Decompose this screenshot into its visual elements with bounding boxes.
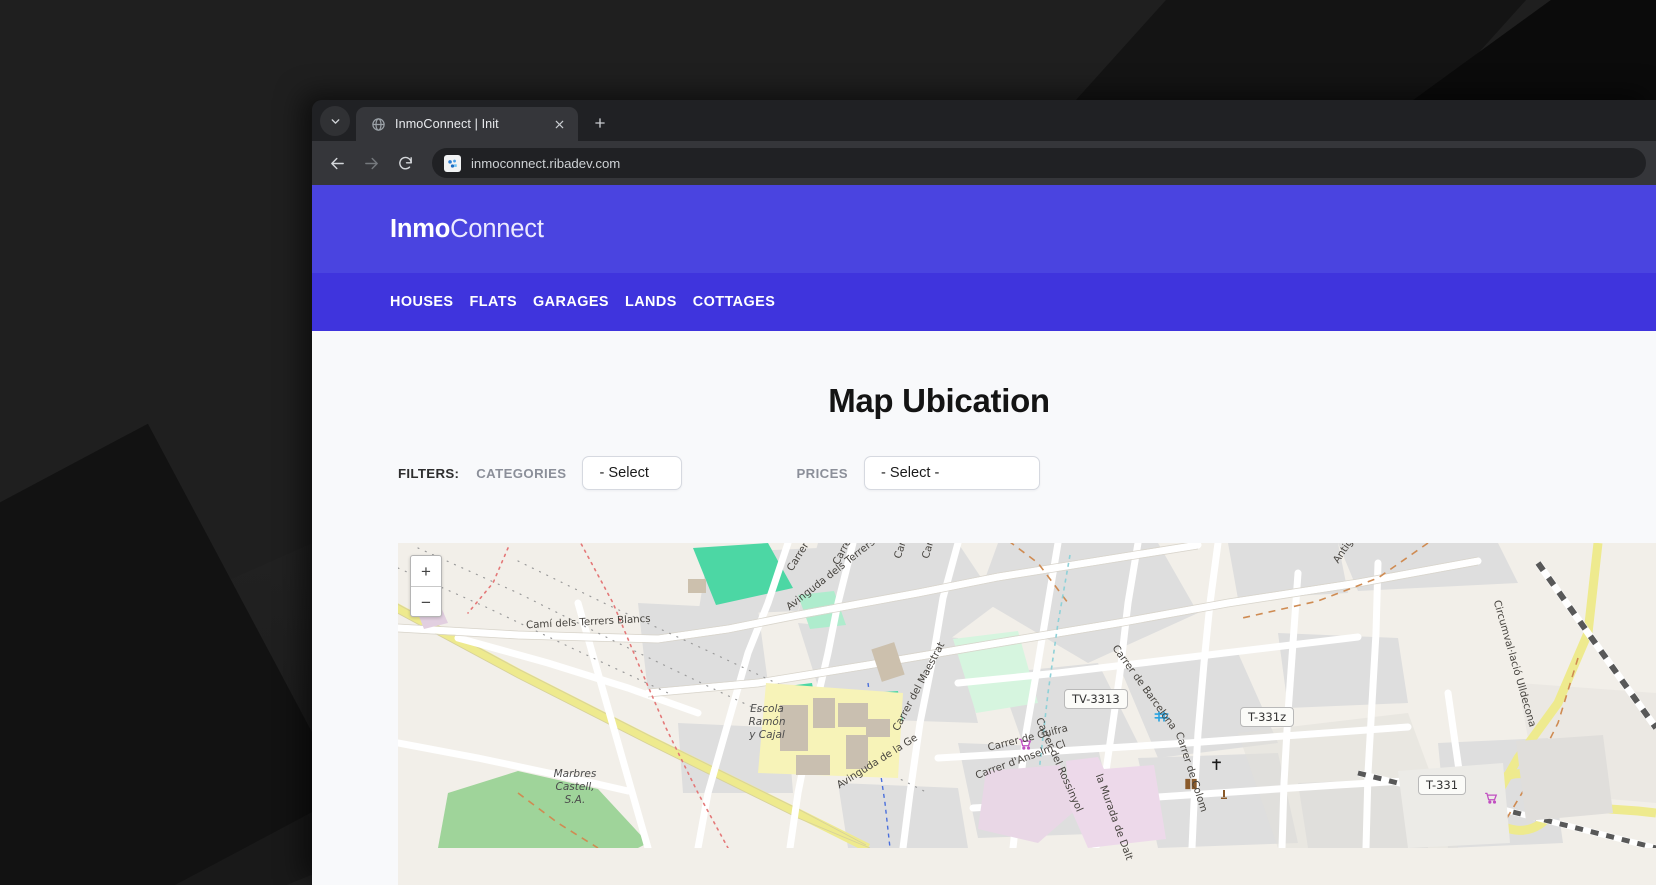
nav-item-garages[interactable]: GARAGES	[533, 294, 625, 310]
main-navigation: HOUSES FLATS GARAGES LANDS COTTAGES	[312, 273, 1656, 331]
map-zoom-divider	[411, 586, 441, 587]
site-favicon-icon	[444, 154, 461, 172]
browser-window: InmoConnect | Init inmoconnect.ribadev.c…	[312, 100, 1656, 885]
swimming-icon	[1154, 709, 1169, 724]
prices-label: PRICES	[796, 465, 848, 481]
filters-label: FILTERS:	[398, 465, 460, 481]
arrow-left-icon[interactable]	[322, 148, 352, 178]
brand-logo[interactable]: InmoConnect	[390, 215, 544, 244]
tab-title: InmoConnect | Init	[395, 117, 499, 131]
globe-icon	[370, 116, 386, 132]
tab-search-chevron-down-icon[interactable]	[320, 106, 350, 136]
browser-tab[interactable]: InmoConnect | Init	[356, 107, 578, 141]
map-canvas[interactable]: + − Escola Ramón y Cajal Marbres Castell…	[398, 543, 1656, 885]
page-content: Map Ubication FILTERS: CATEGORIES - Sele…	[312, 331, 1656, 885]
categories-label: CATEGORIES	[476, 465, 567, 481]
arrow-right-icon[interactable]	[356, 148, 386, 178]
nav-item-lands[interactable]: LANDS	[625, 294, 693, 310]
book-icon	[1184, 777, 1198, 791]
prices-select[interactable]: - Select -	[863, 456, 1040, 490]
monument-icon	[1218, 787, 1230, 802]
page-title: Map Ubication	[828, 382, 1050, 419]
map-zoom-in-button[interactable]: +	[411, 556, 441, 587]
map-tiles	[398, 543, 1656, 848]
brand-logo-light: Connect	[450, 214, 544, 243]
browser-toolbar: inmoconnect.ribadev.com	[312, 141, 1656, 185]
address-bar[interactable]: inmoconnect.ribadev.com	[432, 148, 1646, 178]
cross-icon	[1210, 757, 1223, 772]
map-road-shield: T-331	[1418, 775, 1467, 795]
categories-select-wrap: - Select -	[582, 456, 683, 490]
reload-icon[interactable]	[390, 148, 420, 178]
address-bar-url: inmoconnect.ribadev.com	[471, 155, 621, 171]
filters-bar: FILTERS: CATEGORIES - Select - PRICES - …	[312, 456, 1656, 490]
map-road-shield: TV-3313	[1064, 689, 1128, 709]
tab-strip: InmoConnect | Init	[312, 100, 1656, 141]
shop-cart-icon	[1018, 737, 1032, 751]
nav-item-flats[interactable]: FLATS	[469, 294, 533, 310]
prices-select-wrap: - Select -	[863, 456, 1040, 490]
nav-item-cottages[interactable]: COTTAGES	[693, 294, 791, 310]
map-zoom-out-button[interactable]: −	[411, 587, 441, 618]
page-viewport: InmoConnect HOUSES FLATS GARAGES LANDS C…	[312, 185, 1656, 885]
shop-cart-icon	[1484, 791, 1498, 805]
close-icon[interactable]	[550, 115, 568, 133]
categories-select[interactable]: - Select -	[582, 456, 683, 490]
map-zoom-control[interactable]: + −	[410, 555, 442, 617]
brand-logo-bold: Inmo	[390, 214, 451, 243]
site-header: InmoConnect	[312, 185, 1656, 273]
map-road-shield: T-331z	[1240, 707, 1295, 727]
new-tab-plus-icon[interactable]	[586, 109, 614, 137]
nav-item-houses[interactable]: HOUSES	[390, 294, 469, 310]
